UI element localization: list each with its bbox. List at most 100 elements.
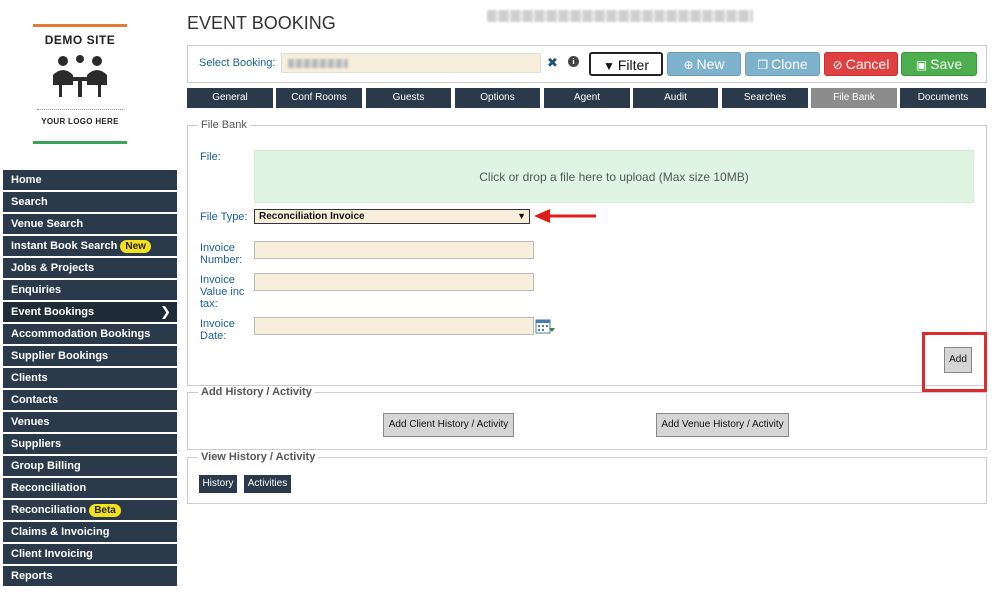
- ban-icon: ⊘: [832, 58, 843, 72]
- sidebar-item-label: Reconciliation: [11, 504, 87, 516]
- logo-accent-bottom: [33, 141, 127, 144]
- add-history-section: Add History / Activity Add Client Histor…: [187, 386, 987, 450]
- sidebar-item-client-invoicing[interactable]: Client Invoicing: [3, 544, 177, 564]
- cancel-button-label: Cancel: [845, 56, 890, 72]
- invoice-value-label: Invoice Value inc tax:: [200, 274, 245, 310]
- filter-icon: ▼: [602, 59, 615, 73]
- sidebar-item-enquiries[interactable]: Enquiries: [3, 280, 177, 300]
- tab-agent[interactable]: Agent: [544, 88, 630, 108]
- history-button[interactable]: History: [199, 475, 237, 493]
- sidebar-item-label: Venues: [11, 416, 50, 428]
- sidebar-item-label: Reports: [11, 570, 53, 582]
- sidebar-item-label: Jobs & Projects: [11, 262, 95, 274]
- sidebar-item-label: Enquiries: [11, 284, 62, 296]
- sidebar-item-label: Instant Book Search: [11, 240, 118, 252]
- red-arrow-annotation-icon: [534, 209, 596, 223]
- sidebar-item-reports[interactable]: Reports: [3, 566, 177, 586]
- sidebar-item-venue-search[interactable]: Venue Search: [3, 214, 177, 234]
- select-booking-label: Select Booking:: [199, 57, 276, 69]
- file-dropzone[interactable]: Click or drop a file here to upload (Max…: [254, 150, 974, 203]
- meeting-people-icon: [53, 55, 107, 97]
- plus-circle-icon: ⊕: [683, 58, 694, 72]
- sidebar-item-label: Suppliers: [11, 438, 62, 450]
- file-type-value: Reconciliation Invoice: [259, 211, 365, 222]
- sidebar-item-label: Event Bookings: [11, 306, 95, 318]
- save-button-label: Save: [930, 56, 963, 72]
- sidebar-item-label: Search: [11, 196, 48, 208]
- tab-file-bank[interactable]: File Bank: [811, 88, 897, 108]
- sidebar-item-label: Home: [11, 174, 42, 186]
- tab-audit[interactable]: Audit: [633, 88, 718, 108]
- tab-general[interactable]: General: [187, 88, 273, 108]
- site-logo: DEMO SITE YOUR LOGO HERE: [31, 22, 129, 146]
- booking-toolbar: Select Booking: ✖ i ▼ Filter ⊕ New ❐ Clone …: [187, 45, 987, 83]
- sidebar-item-instant-book-search[interactable]: Instant Book Search New: [3, 236, 177, 256]
- tab-documents[interactable]: Documents: [900, 88, 986, 108]
- sidebar-item-event-bookings[interactable]: Event Bookings ❯: [3, 302, 177, 322]
- filter-button-label: Filter: [617, 57, 649, 73]
- file-type-label: File Type:: [200, 211, 248, 223]
- sidebar-item-suppliers[interactable]: Suppliers: [3, 434, 177, 454]
- select-booking-input[interactable]: [281, 53, 541, 73]
- clone-button[interactable]: ❐ Clone: [745, 52, 820, 76]
- sidebar-item-contacts[interactable]: Contacts: [3, 390, 177, 410]
- file-bank-legend: File Bank: [198, 119, 250, 131]
- sidebar-item-label: Contacts: [11, 394, 59, 406]
- activities-button[interactable]: Activities: [244, 475, 291, 493]
- tab-conf-rooms[interactable]: Conf Rooms: [276, 88, 362, 108]
- sidebar-item-reconciliation[interactable]: Reconciliation: [3, 478, 177, 498]
- sidebar-item-label: Accommodation Bookings: [11, 328, 151, 340]
- file-bank-section: File Bank File: Click or drop a file her…: [187, 119, 987, 392]
- sidebar-item-jobs-projects[interactable]: Jobs & Projects: [3, 258, 177, 278]
- logo-subtitle: YOUR LOGO HERE: [41, 117, 119, 126]
- redacted-header-info: [487, 10, 753, 22]
- sidebar-item-label: Reconciliation: [11, 482, 87, 494]
- sidebar-item-label: Group Billing: [11, 460, 81, 472]
- sidebar-item-label: Claims & Invoicing: [11, 526, 110, 538]
- clear-icon[interactable]: ✖: [547, 55, 558, 71]
- cancel-button[interactable]: ⊘ Cancel: [824, 52, 898, 76]
- beta-badge: Beta: [89, 504, 121, 517]
- sidebar-item-reconciliation-beta[interactable]: Reconciliation Beta: [3, 500, 177, 520]
- add-history-legend: Add History / Activity: [198, 386, 315, 398]
- new-button[interactable]: ⊕ New: [667, 52, 741, 76]
- filter-button[interactable]: ▼ Filter: [589, 52, 663, 76]
- calendar-icon[interactable]: [535, 318, 555, 335]
- add-venue-history-button[interactable]: Add Venue History / Activity: [656, 413, 789, 437]
- invoice-number-input[interactable]: [254, 241, 534, 259]
- sidebar-item-group-billing[interactable]: Group Billing: [3, 456, 177, 476]
- copy-icon: ❐: [757, 58, 769, 72]
- logo-divider: [37, 109, 123, 110]
- sidebar-item-label: Client Invoicing: [11, 548, 93, 560]
- sidebar-item-venues[interactable]: Venues: [3, 412, 177, 432]
- sidebar-item-claims-invoicing[interactable]: Claims & Invoicing: [3, 522, 177, 542]
- sidebar-item-label: Clients: [11, 372, 48, 384]
- file-type-select[interactable]: Reconciliation Invoice ▼: [254, 209, 530, 224]
- redacted-booking-value: [288, 59, 348, 68]
- tab-options[interactable]: Options: [455, 88, 540, 108]
- sidebar-item-supplier-bookings[interactable]: Supplier Bookings: [3, 346, 177, 366]
- sidebar-nav: Home Search Venue Search Instant Book Se…: [3, 170, 177, 588]
- info-icon[interactable]: i: [568, 56, 579, 67]
- view-history-legend: View History / Activity: [198, 451, 319, 463]
- logo-title: DEMO SITE: [44, 33, 116, 47]
- tab-searches[interactable]: Searches: [722, 88, 808, 108]
- page-title: EVENT BOOKING: [187, 13, 336, 33]
- save-button[interactable]: ▣ Save: [901, 52, 977, 76]
- invoice-value-input[interactable]: [254, 273, 534, 291]
- add-file-button[interactable]: Add: [944, 347, 972, 373]
- chevron-down-icon: ▼: [517, 211, 526, 221]
- sidebar-item-search[interactable]: Search: [3, 192, 177, 212]
- new-badge: New: [120, 240, 151, 253]
- logo-accent-top: [33, 24, 127, 27]
- add-client-history-button[interactable]: Add Client History / Activity: [383, 413, 514, 437]
- invoice-number-label: Invoice Number:: [200, 242, 243, 266]
- sidebar-item-home[interactable]: Home: [3, 170, 177, 190]
- clone-button-label: Clone: [771, 56, 808, 72]
- chevron-right-icon: ❯: [160, 304, 171, 319]
- invoice-date-input[interactable]: [254, 317, 534, 335]
- sidebar-item-label: Venue Search: [11, 218, 84, 230]
- sidebar-item-clients[interactable]: Clients: [3, 368, 177, 388]
- sidebar-item-accommodation-bookings[interactable]: Accommodation Bookings: [3, 324, 177, 344]
- tab-guests[interactable]: Guests: [366, 88, 451, 108]
